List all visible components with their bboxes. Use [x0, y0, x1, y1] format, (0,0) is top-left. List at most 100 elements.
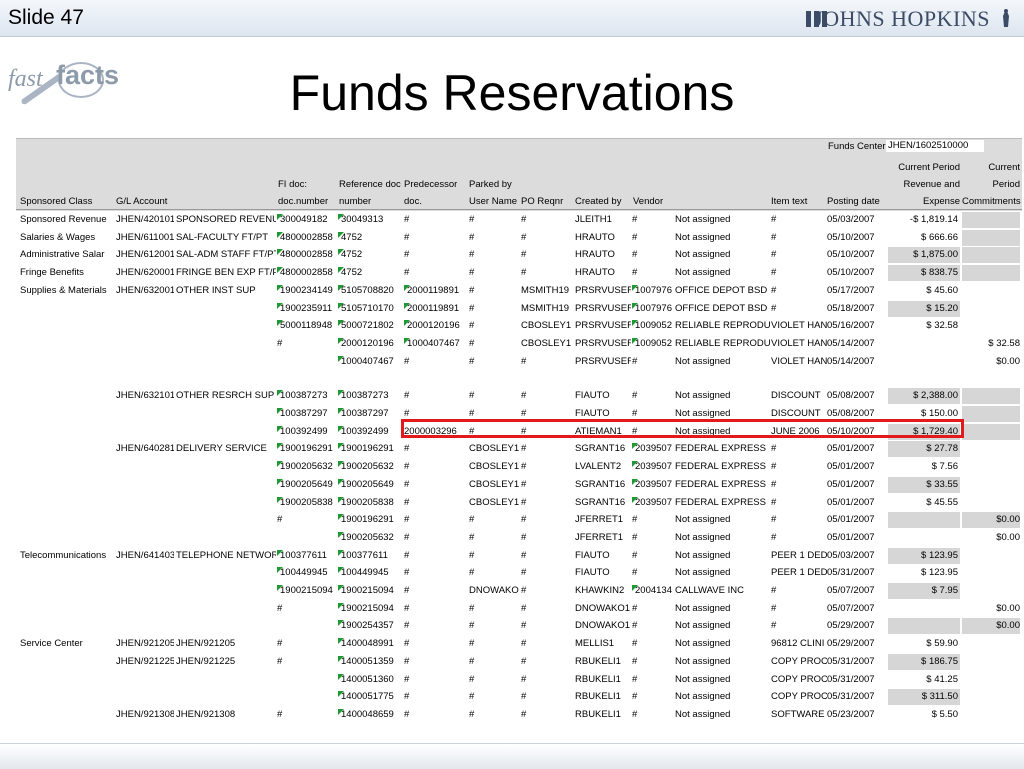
- col-header-vendor[interactable]: Vendor: [633, 196, 663, 208]
- cell-current-period-amount: $ 123.95: [921, 549, 958, 561]
- cell-item-text: COPY PROC: [771, 655, 827, 667]
- cell-gl-description: OTHER INST SUP: [176, 284, 256, 296]
- col-header-current-period-3[interactable]: Expense: [888, 196, 960, 208]
- cell-parked-by: #: [469, 231, 475, 243]
- col-header-reference-doc-2[interactable]: number: [339, 196, 371, 208]
- cell-posting-date: 05/31/2007: [827, 691, 875, 703]
- cell-current-period-amount: $ 7.56: [931, 461, 958, 473]
- cell-po-reqnr: #: [521, 638, 527, 650]
- cell-po-reqnr: #: [521, 390, 527, 402]
- col-header-commitments-2[interactable]: Period: [962, 179, 1020, 191]
- cell-created-by: MELLIS1: [575, 638, 615, 650]
- cell-item-text: #: [771, 496, 777, 508]
- col-header-created-by[interactable]: Created by: [575, 196, 621, 208]
- col-header-predecessor-2[interactable]: doc.: [404, 196, 422, 208]
- col-header-item-text[interactable]: Item text: [771, 196, 807, 208]
- cell-gl-account: JHEN/612001: [116, 249, 174, 261]
- cell-parked-by: #: [469, 214, 475, 225]
- table-row[interactable]: #2000120196 1000407467 # CBOSLEY1 PRSRVUSER 1…: [16, 335, 1022, 353]
- commitment-cell-background: [962, 423, 1020, 440]
- table-row[interactable]: 1900235911 5105710170 2000119891 # MSMITH19 P…: [16, 300, 1022, 318]
- col-header-parked-by-2[interactable]: User Name: [469, 196, 517, 208]
- cell-posting-date: 05/14/2007: [827, 337, 875, 349]
- cell-created-by: DNOWAKO1: [575, 602, 631, 614]
- table-row[interactable]: Salaries & Wages JHEN/611001 SAL-FACULTY F…: [16, 229, 1022, 247]
- table-row[interactable]: 1000407467 # # # PRSRVUSER # Not assigned VIOLE…: [16, 353, 1022, 371]
- col-header-gl-account[interactable]: G/L Account: [116, 196, 167, 208]
- cell-vendor-name: Not assigned: [675, 620, 731, 632]
- table-row[interactable]: 1900215094 1900215094 # DNOWAKO # KHAWKIN2 200…: [16, 582, 1022, 600]
- table-row[interactable]: Fringe Benefits JHEN/620001 FRINGE BEN EXP…: [16, 264, 1022, 282]
- col-header-commitments-3[interactable]: Commitments: [962, 196, 1021, 208]
- cell-vendor-name: Not assigned: [675, 214, 731, 225]
- cell-posting-date: 05/10/2007: [827, 267, 875, 279]
- table-row[interactable]: 1900205632 # # # JFERRET1 # Not assigned #05/01…: [16, 529, 1022, 547]
- table-row[interactable]: #1900196291 # # # JFERRET1 # Not assigned #05/0…: [16, 511, 1022, 529]
- cell-parked-by: #: [469, 284, 475, 296]
- cell-created-by: PRSRVUSER: [575, 284, 631, 296]
- col-header-fi-doc-2[interactable]: doc.number: [278, 196, 328, 208]
- cell-item-text: 96812 CLINI: [771, 638, 825, 650]
- cell-parked-by: #: [469, 549, 475, 561]
- table-row[interactable]: #1900215094 # # # DNOWAKO1 # Not assigned #05/0…: [16, 600, 1022, 618]
- col-header-current-period-1[interactable]: Current Period: [888, 162, 960, 174]
- table-row[interactable]: 1900205838 1900205838 # CBOSLEY1 # SGRANT16 20…: [16, 494, 1022, 512]
- table-row[interactable]: Administrative Salar JHEN/612001 SAL-ADM S…: [16, 246, 1022, 264]
- table-row[interactable]: JHEN/640281 DELIVERY SERVICE 1900196291 190…: [16, 440, 1022, 458]
- table-row[interactable]: 1900254357 # # # DNOWAKO1 # Not assigned #05/29…: [16, 617, 1022, 635]
- table-row[interactable]: Supplies & Materials JHEN/632001 OTHER INS…: [16, 282, 1022, 300]
- table-row[interactable]: 5000118948 5000721802 2000120196 # CBOSLEY1 P…: [16, 317, 1022, 335]
- cell-created-by: JLEITH1: [575, 214, 612, 225]
- table-row[interactable]: Service Center JHEN/921205 JHEN/921205 #140…: [16, 635, 1022, 653]
- table-row[interactable]: 1400051775 # # # RBUKELI1 # Not assigned COPY P…: [16, 688, 1022, 706]
- cell-created-by: PRSRVUSER: [575, 355, 631, 367]
- cell-created-by: FIAUTO: [575, 549, 610, 561]
- cell-po-reqnr: #: [521, 496, 527, 508]
- table-row[interactable]: Sponsored Revenue JHEN/420101 SPONSORED RE…: [16, 211, 1022, 229]
- cell-created-by: RBUKELI1: [575, 691, 621, 703]
- cell-predecessor-doc: #: [404, 638, 410, 650]
- cell-current-period-amount: $ 59.90: [926, 638, 958, 650]
- col-header-predecessor-1[interactable]: Predecessor: [404, 179, 457, 191]
- table-row[interactable]: 1400051360 # # # RBUKELI1 # Not assigned COPY P…: [16, 671, 1022, 689]
- table-row[interactable]: 100449945 100449945 # # # FIAUTO # Not assigned…: [16, 564, 1022, 582]
- col-header-sponsored-class[interactable]: Sponsored Class: [20, 196, 92, 208]
- table-row[interactable]: Telecommunications JHEN/641403 TELEPHONE N…: [16, 547, 1022, 565]
- table-row[interactable]: 1900205649 1900205649 # CBOSLEY1 # SGRANT16 20…: [16, 476, 1022, 494]
- cell-posting-date: 05/01/2007: [827, 443, 875, 455]
- table-row[interactable]: JHEN/632101 OTHER RESRCH SUP 100387273 1003…: [16, 387, 1022, 405]
- cell-sponsored-class: Salaries & Wages: [20, 231, 96, 243]
- col-header-parked-by-1[interactable]: Parked by: [469, 179, 512, 191]
- cell-fi-doc: 100377611: [277, 549, 339, 562]
- cell-gl-account: JHEN/921205: [116, 638, 174, 650]
- table-row[interactable]: JHEN/921225 JHEN/921225 #1400051359 # # # RBUK…: [16, 653, 1022, 671]
- cell-fi-doc: #: [277, 638, 283, 650]
- table-row[interactable]: 1900205632 1900205632 # CBOSLEY1 # LVALENT2 20…: [16, 458, 1022, 476]
- funds-center-label: Funds Center: [828, 141, 886, 152]
- cell-commitments-amount: $0.00: [996, 531, 1020, 543]
- col-header-posting-date[interactable]: Posting date: [827, 196, 880, 208]
- cell-po-reqnr: #: [521, 602, 527, 614]
- col-header-po-reqnr[interactable]: PO Reqnr: [521, 196, 563, 208]
- funds-center-field[interactable]: JHEN/1602510000: [886, 140, 984, 152]
- cell-vendor-code: 2039507: [632, 496, 674, 509]
- cell-reference-doc: 1400051360: [338, 673, 402, 686]
- cell-predecessor-doc: #: [404, 691, 410, 703]
- cell-predecessor-doc: #: [404, 549, 410, 561]
- col-header-fi-doc-1[interactable]: FI doc:: [278, 179, 307, 191]
- col-header-current-period-2[interactable]: Revenue and: [888, 179, 960, 191]
- cell-reference-doc: 1900254357: [338, 620, 402, 632]
- cell-parked-by: #: [469, 708, 475, 720]
- col-header-commitments-1[interactable]: Current: [962, 162, 1020, 174]
- slide-footer-bar: [0, 743, 1024, 769]
- cell-predecessor-doc: #: [404, 214, 410, 225]
- cell-vendor-code: 1007976: [632, 302, 674, 315]
- cell-vendor-name: Not assigned: [675, 249, 731, 261]
- table-row[interactable]: JHEN/921308 JHEN/921308 #1400048659 # # # RBUK…: [16, 706, 1022, 724]
- cell-fi-doc: 1900205649: [277, 478, 339, 491]
- cell-vendor-name: FEDERAL EXPRESS: [675, 496, 766, 508]
- col-header-reference-doc-1[interactable]: Reference doc: [339, 179, 401, 191]
- cell-current-period-amount: $ 666.66: [921, 231, 958, 243]
- cell-gl-description: SPONSORED REVENUE: [176, 214, 276, 225]
- cell-parked-by: #: [469, 673, 475, 685]
